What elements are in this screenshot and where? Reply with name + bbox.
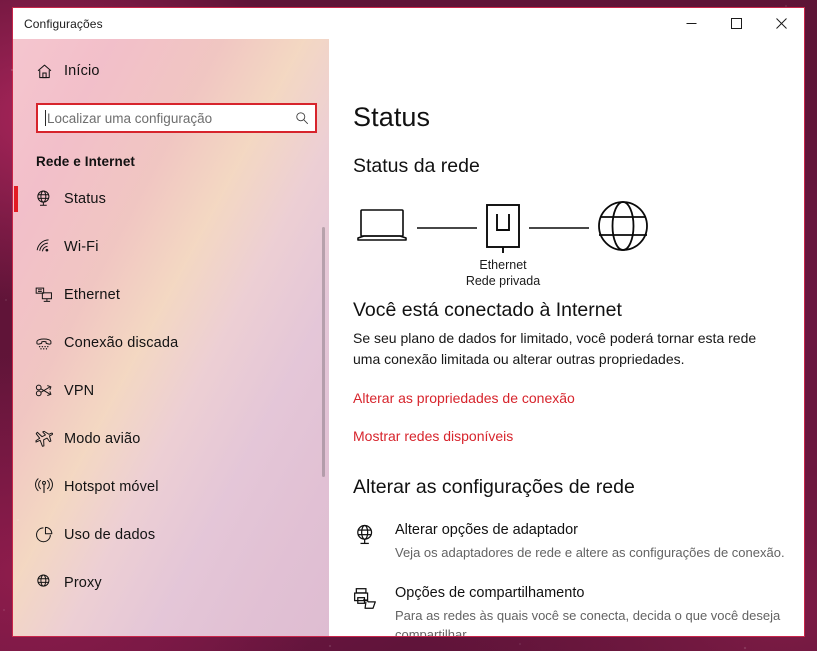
sidebar-item-mobile-hotspot[interactable]: Hotspot móvel [13,463,329,511]
page-title: Status [353,102,431,132]
sidebar-item-label: Modo avião [64,431,141,447]
sidebar-item-home[interactable]: Início [13,49,329,93]
sidebar-group-header: Rede e Internet [36,154,136,169]
network-status-heading: Status da rede [353,155,480,177]
dialup-phone-icon [24,333,64,353]
globe-icon [24,573,64,593]
home-icon [24,62,64,81]
search-icon[interactable] [289,111,315,125]
sidebar-item-label: VPN [64,383,95,399]
sidebar-item-label: Wi-Fi [64,239,99,255]
search-box[interactable] [36,103,317,133]
sidebar-item-data-usage[interactable]: Uso de dados [13,511,329,559]
sidebar-item-label: Ethernet [64,287,121,303]
printer-folder-icon [353,584,385,636]
sidebar-item-airplane-mode[interactable]: Modo avião [13,415,329,463]
adapter-name: Ethernet [479,258,527,272]
sidebar-item-label: Proxy [64,575,102,591]
globe-monitor-icon [353,521,385,562]
option-change-adapter-options[interactable]: Alterar opções de adaptador Veja os adap… [353,521,804,562]
sidebar-item-dialup[interactable]: Conexão discada [13,319,329,367]
sidebar-item-label: Início [64,63,100,79]
settings-window: Configurações Início Localizar uma confi… [12,7,805,637]
text-caret [45,110,46,126]
connection-description: Se seu plano de dados for limitado, você… [353,330,757,367]
close-button[interactable] [759,8,804,39]
sidebar-item-label: Status [64,191,107,207]
sidebar-item-status[interactable]: Status [13,175,329,223]
option-description: Para as redes às quais você se conecta, … [395,608,781,636]
globe-icon [598,201,648,251]
window-title: Configurações [24,16,103,31]
sidebar-item-proxy[interactable]: Proxy [13,559,329,607]
wifi-icon [24,237,64,257]
connection-status-text: Você está conectado à Internet [353,299,622,321]
vpn-key-icon [24,381,64,401]
ethernet-icon [24,285,64,305]
desktop-wallpaper: Configurações Início Localizar uma confi… [0,0,817,651]
ethernet-port-icon [486,204,520,253]
option-description: Veja os adaptadores de rede e altere as … [395,545,785,560]
main-content: Status Status da rede Ethernet Rede priv… [329,39,804,636]
sidebar-item-wifi[interactable]: Wi-Fi [13,223,329,271]
maximize-button[interactable] [714,8,759,39]
adapter-profile: Rede privada [465,274,541,288]
search-input[interactable] [38,105,289,131]
sidebar-item-label: Conexão discada [64,335,179,351]
sidebar-item-label: Hotspot móvel [64,479,159,495]
settings-sidebar: Início Rede e Internet [13,39,329,636]
change-connection-properties-link[interactable]: Alterar as propriedades de conexão [353,390,575,406]
title-bar[interactable]: Configurações [13,8,804,39]
sidebar-item-vpn[interactable]: VPN [13,367,329,415]
pie-chart-icon [24,525,64,545]
change-network-settings-heading: Alterar as configurações de rede [353,476,635,498]
laptop-icon [357,209,407,241]
sidebar-item-ethernet[interactable]: Ethernet [13,271,329,319]
show-available-networks-link[interactable]: Mostrar redes disponíveis [353,428,513,444]
option-title: Opções de compartilhamento [395,585,585,601]
option-sharing-options[interactable]: Opções de compartilhamento Para as redes… [353,584,804,636]
adapter-label-group: Ethernet Rede privada [353,257,653,289]
globe-monitor-icon [24,189,64,209]
sidebar-scrollbar[interactable] [322,227,325,477]
option-title: Alterar opções de adaptador [395,522,578,538]
window-controls [669,8,804,39]
minimize-button[interactable] [669,8,714,39]
network-diagram: Ethernet Rede privada [353,200,804,290]
hotspot-icon [24,477,64,497]
airplane-icon [24,429,64,449]
sidebar-item-label: Uso de dados [64,527,156,543]
